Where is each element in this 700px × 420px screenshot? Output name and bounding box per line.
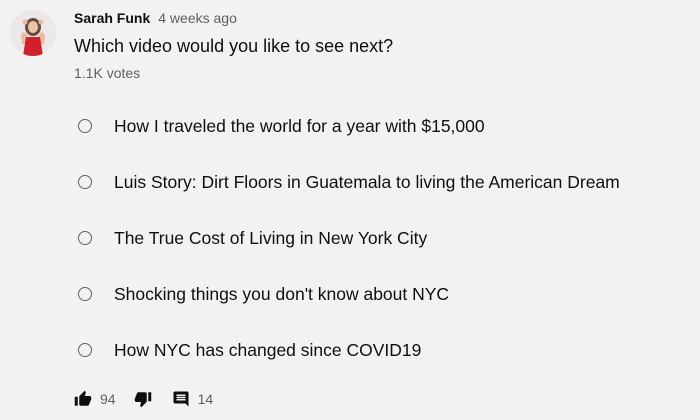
- like-button[interactable]: 94: [74, 390, 116, 408]
- radio-button-icon[interactable]: [78, 175, 92, 189]
- poll-option-label: How NYC has changed since COVID19: [114, 339, 422, 360]
- thumbs-down-icon: [134, 390, 152, 408]
- poll-option-label: Luis Story: Dirt Floors in Guatemala to …: [114, 171, 620, 192]
- poll-option-label: How I traveled the world for a year with…: [114, 115, 485, 136]
- vote-count: 1.1K votes: [74, 65, 141, 81]
- radio-button-icon[interactable]: [78, 231, 92, 245]
- dislike-button[interactable]: [134, 390, 152, 408]
- author-avatar[interactable]: [10, 10, 56, 56]
- poll-option-label: The True Cost of Living in New York City: [114, 227, 428, 248]
- engagement-toolbar: 94 14: [74, 388, 213, 410]
- poll-option[interactable]: Shocking things you don't know about NYC: [72, 266, 692, 322]
- post-header: Sarah Funk 4 weeks ago: [74, 9, 237, 27]
- comment-icon: [172, 390, 190, 408]
- comments-button[interactable]: 14: [172, 390, 214, 408]
- radio-button-icon[interactable]: [78, 287, 92, 301]
- poll-option[interactable]: Luis Story: Dirt Floors in Guatemala to …: [72, 154, 692, 210]
- comment-count: 14: [197, 391, 214, 407]
- poll-options: How I traveled the world for a year with…: [72, 98, 692, 378]
- poll-option[interactable]: The True Cost of Living in New York City: [72, 210, 692, 266]
- like-count: 94: [100, 391, 116, 407]
- post-timestamp[interactable]: 4 weeks ago: [158, 10, 237, 26]
- author-name[interactable]: Sarah Funk: [74, 10, 150, 26]
- community-poll-post: Sarah Funk 4 weeks ago Which video would …: [0, 0, 700, 420]
- poll-option[interactable]: How NYC has changed since COVID19: [72, 322, 692, 378]
- thumbs-up-icon: [74, 390, 92, 408]
- radio-button-icon[interactable]: [78, 119, 92, 133]
- avatar-image: [10, 10, 56, 56]
- poll-option[interactable]: How I traveled the world for a year with…: [72, 98, 692, 154]
- poll-option-label: Shocking things you don't know about NYC: [114, 283, 450, 304]
- poll-question: Which video would you like to see next?: [74, 36, 394, 56]
- radio-button-icon[interactable]: [78, 343, 92, 357]
